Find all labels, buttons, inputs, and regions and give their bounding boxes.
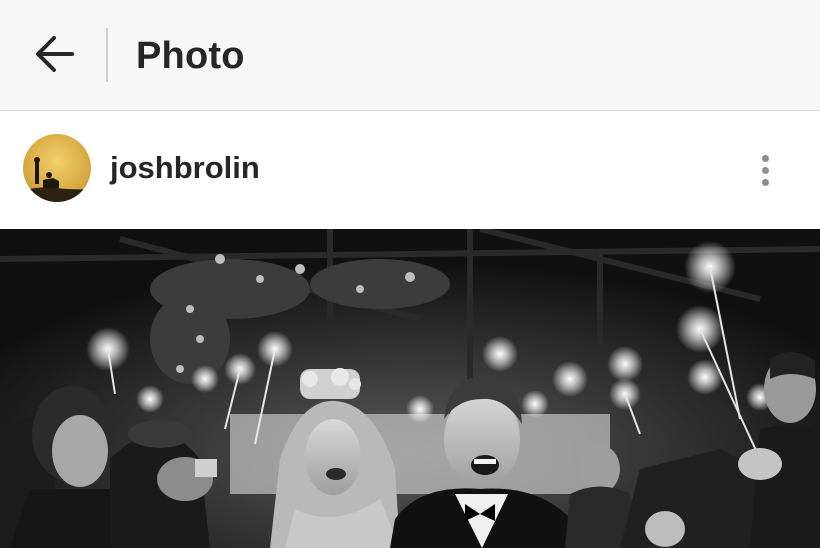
arrow-left-icon — [32, 34, 76, 79]
back-button[interactable] — [26, 30, 82, 82]
photo-wedding-sparklers — [0, 229, 820, 548]
post-photo[interactable] — [0, 229, 820, 548]
top-app-bar: Photo — [0, 0, 820, 111]
more-options-button[interactable] — [744, 145, 786, 195]
more-vertical-icon — [761, 154, 769, 162]
page-title: Photo — [136, 35, 245, 77]
post-header: joshbrolin — [0, 111, 820, 229]
header-divider — [106, 28, 108, 82]
username-link[interactable]: joshbrolin — [110, 148, 260, 188]
avatar[interactable] — [23, 134, 91, 202]
